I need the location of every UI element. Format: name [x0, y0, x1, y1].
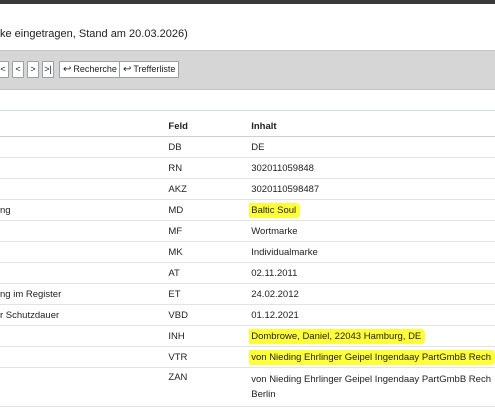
row-field-code: RN	[163, 157, 250, 179]
register-status-text: ke eingetragen, Stand am 20.03.2026)	[0, 28, 188, 40]
row-content: Dombrowe, Daniel, 22043 Hamburg, DE	[249, 325, 495, 347]
table-row: VTR von Nieding Ehrlinger Geipel Ingenda…	[0, 346, 495, 368]
navigation-toolbar: < < > >| ↩ Recherche ↩ Trefferliste	[0, 50, 495, 90]
table-row: MK Individualmarke	[0, 241, 495, 263]
row-field-code: MD	[163, 199, 250, 221]
column-header-inhalt: Inhalt	[249, 116, 495, 137]
row-label	[0, 262, 164, 284]
table-row: AKZ 3020110598487	[0, 178, 495, 200]
row-label	[0, 220, 164, 242]
row-field-code: AT	[163, 262, 250, 284]
recherche-button[interactable]: ↩ Recherche	[59, 61, 121, 78]
row-field-code: ET	[163, 283, 250, 305]
table-row: r Schutzdauer VBD 01.12.2021	[0, 304, 495, 326]
row-field-code: ZAN	[163, 367, 250, 407]
row-content: DE	[249, 136, 495, 158]
table-header-row: Feld Inhalt	[0, 116, 495, 137]
table-row: ZAN von Nieding Ehrlinger Geipel Ingenda…	[0, 367, 495, 407]
table-row: DB DE	[0, 136, 495, 158]
window-top-bar	[0, 0, 495, 4]
row-label	[0, 325, 164, 347]
row-field-code: INH	[163, 325, 250, 347]
row-field-code: MK	[163, 241, 250, 263]
row-label	[0, 157, 164, 179]
row-label	[0, 346, 164, 368]
last-page-button[interactable]: >|	[42, 61, 54, 78]
trefferliste-button[interactable]: ↩ Trefferliste	[119, 61, 180, 78]
next-button[interactable]: >	[27, 61, 39, 78]
row-content: Baltic Soul	[249, 199, 495, 221]
row-label	[0, 178, 164, 200]
return-arrow-icon: ↩	[123, 63, 132, 75]
row-field-code: MF	[163, 220, 250, 242]
table-row: MF Wortmarke	[0, 220, 495, 242]
register-data-table: Feld Inhalt DB DE RN 302011059848 AKZ 30…	[0, 116, 495, 407]
row-content: 01.12.2021	[249, 304, 495, 326]
row-content: 02.11.2011	[249, 262, 495, 284]
highlighted-representative: von Nieding Ehrlinger Geipel Ingendaay P…	[249, 349, 495, 365]
table-row: ng MD Baltic Soul	[0, 199, 495, 221]
row-field-code: VTR	[163, 346, 250, 368]
row-content: 3020110598487	[249, 178, 495, 200]
trefferliste-label: Trefferliste	[133, 64, 176, 74]
recherche-label: Recherche	[73, 64, 117, 74]
table-row: RN 302011059848	[0, 157, 495, 179]
section-divider	[0, 110, 495, 111]
row-label	[0, 136, 164, 158]
row-content: von Nieding Ehrlinger Geipel Ingendaay P…	[249, 346, 495, 368]
row-label	[0, 367, 164, 407]
table-row: INH Dombrowe, Daniel, 22043 Hamburg, DE	[0, 325, 495, 347]
table-row: AT 02.11.2011	[0, 262, 495, 284]
highlighted-owner: Dombrowe, Daniel, 22043 Hamburg, DE	[249, 328, 426, 344]
row-label: ng	[0, 199, 164, 221]
highlighted-mark-name: Baltic Soul	[249, 202, 301, 218]
row-label	[0, 241, 164, 263]
row-field-code: VBD	[163, 304, 250, 326]
row-content: 302011059848	[249, 157, 495, 179]
row-content: Wortmarke	[249, 220, 495, 242]
row-content: 24.02.2012	[249, 283, 495, 305]
row-label: ng im Register	[0, 283, 164, 305]
row-field-code: DB	[163, 136, 250, 158]
pager-buttons: < < > >|	[0, 61, 54, 78]
column-header-feld: Feld	[163, 116, 250, 137]
row-content: von Nieding Ehrlinger Geipel Ingendaay P…	[249, 367, 495, 407]
row-field-code: AKZ	[163, 178, 250, 200]
row-content: Individualmarke	[249, 241, 495, 263]
previous-button[interactable]: <	[12, 61, 24, 78]
first-page-button[interactable]: <	[0, 61, 9, 78]
return-arrow-icon: ↩	[63, 63, 72, 75]
row-label: r Schutzdauer	[0, 304, 164, 326]
table-row: ng im Register ET 24.02.2012	[0, 283, 495, 305]
column-header-description	[0, 116, 164, 137]
